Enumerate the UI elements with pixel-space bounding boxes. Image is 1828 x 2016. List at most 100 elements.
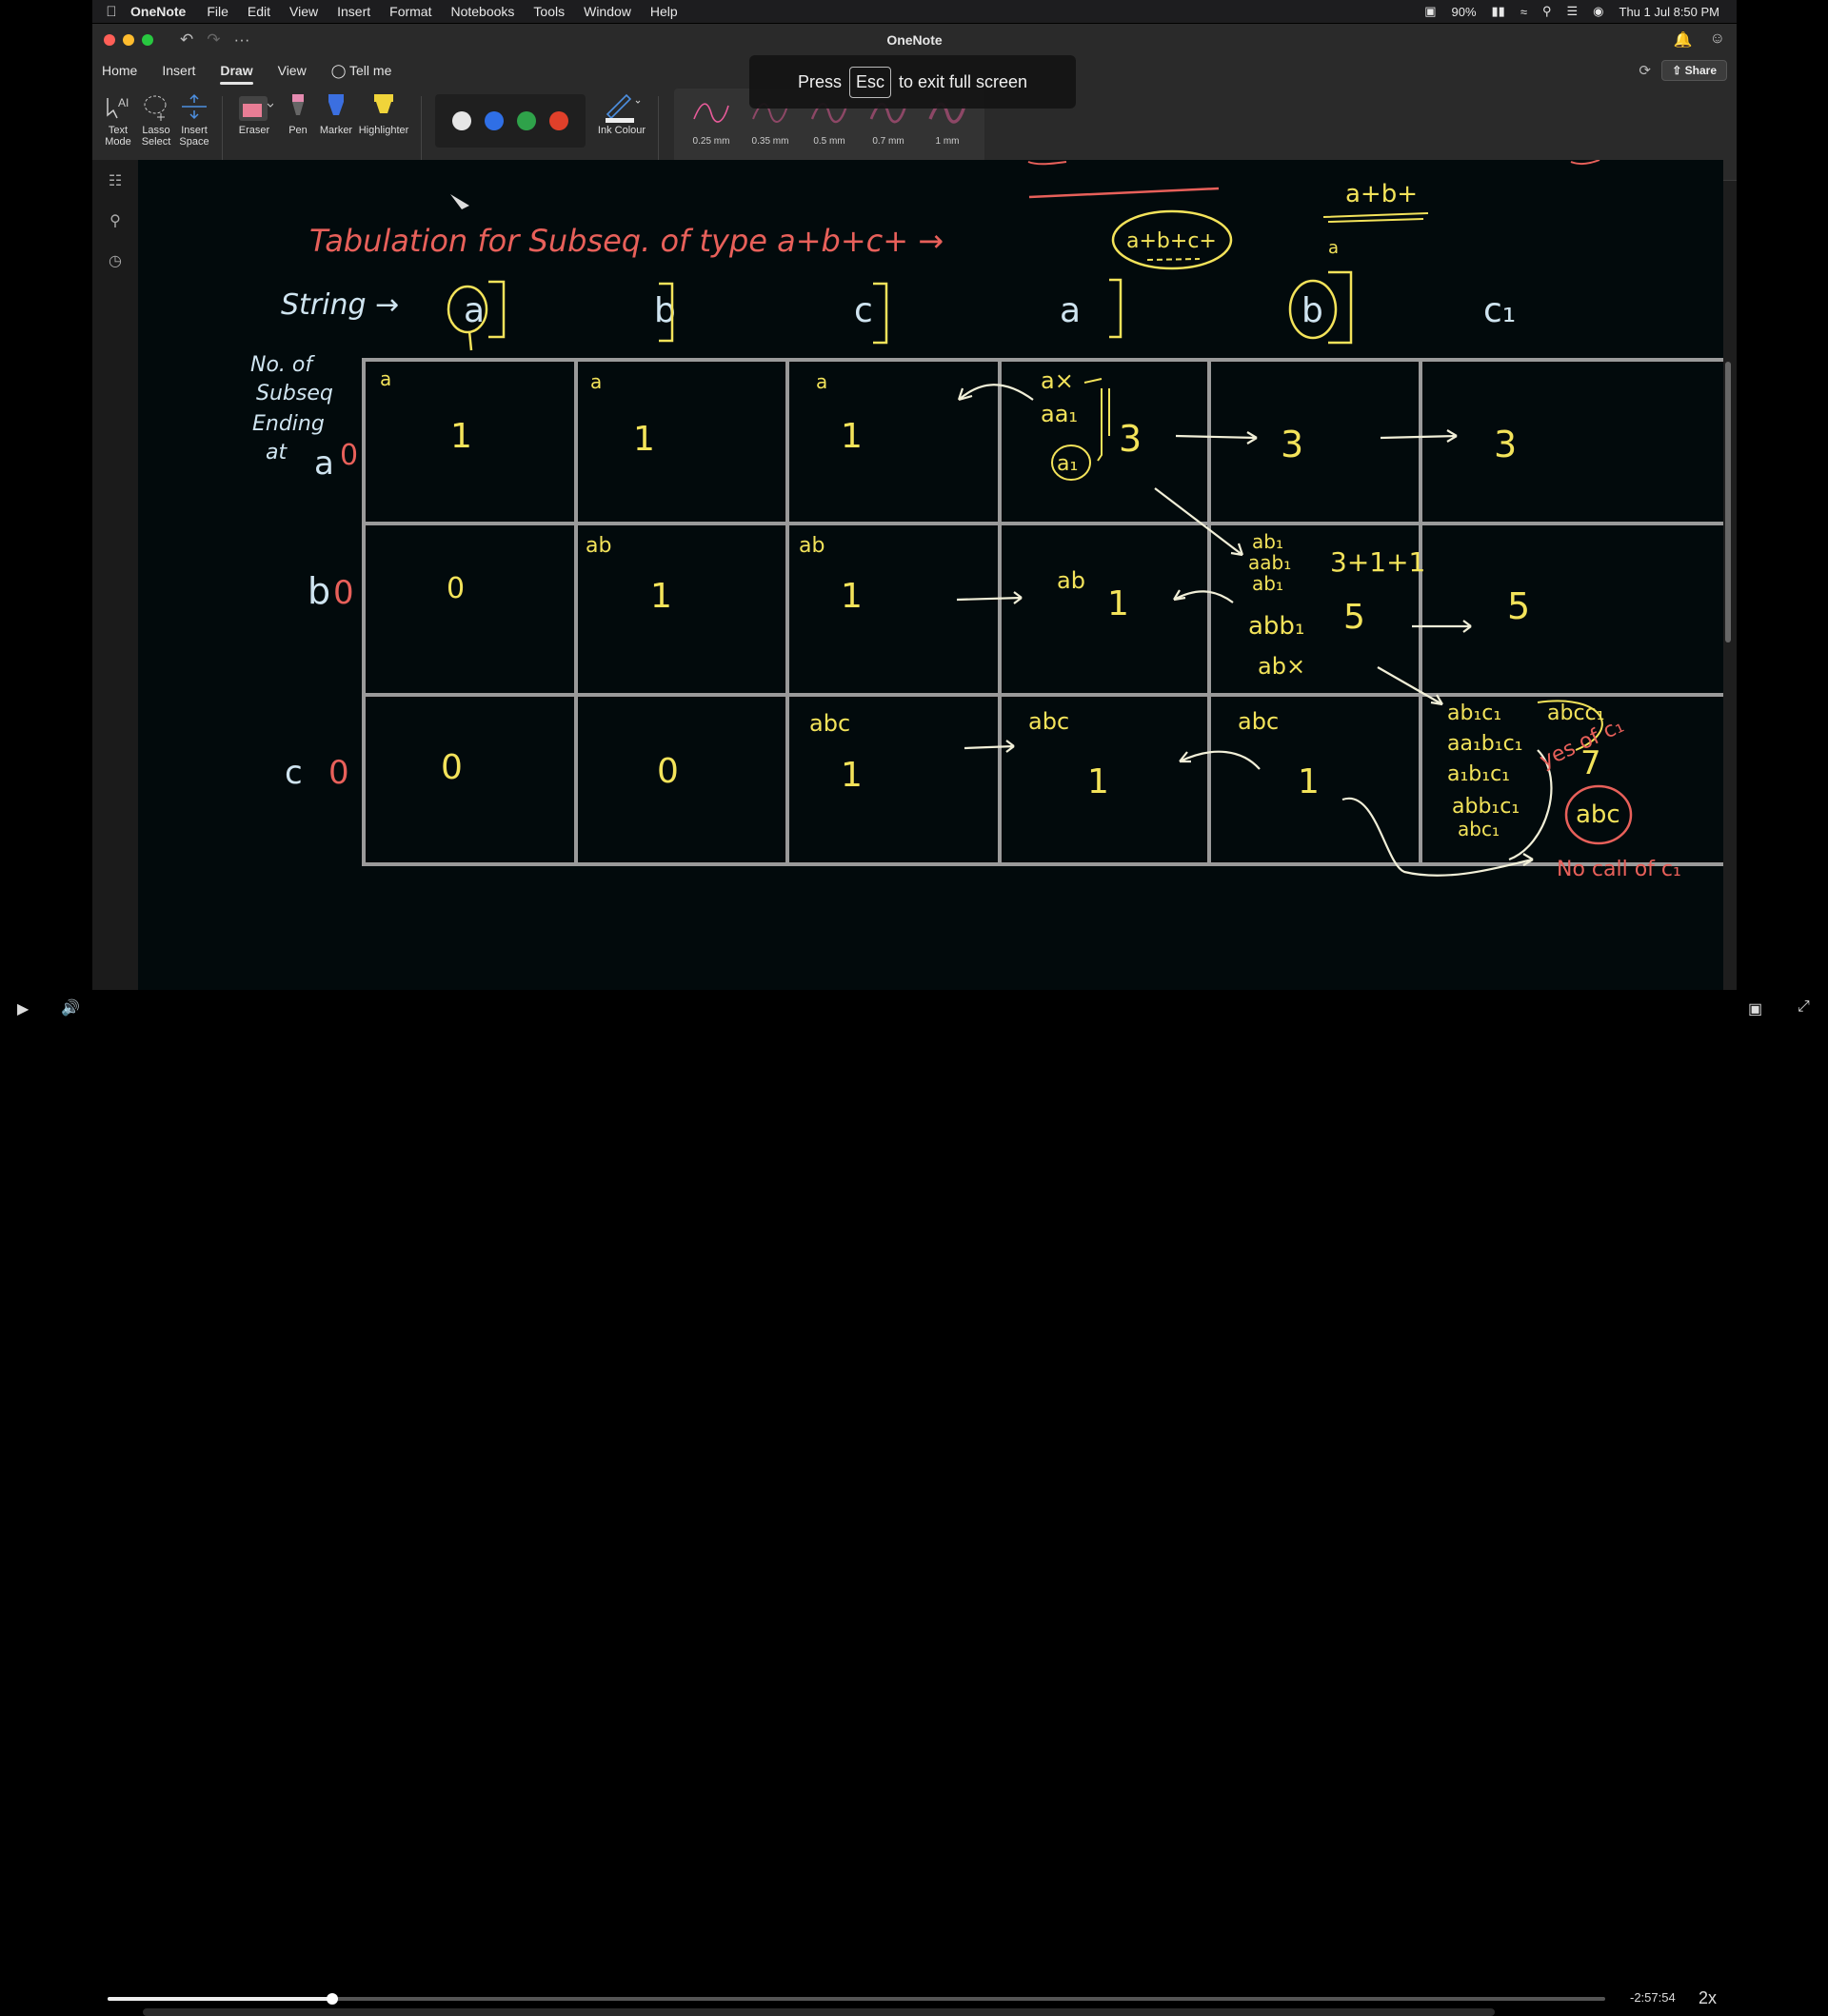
- seek-bar-fill: [108, 1997, 332, 2001]
- window-title: OneNote: [886, 32, 943, 48]
- cell-note-line: a₁: [1057, 452, 1078, 476]
- wifi-icon[interactable]: ≈: [1520, 5, 1527, 19]
- table-row-b: 0 ab 1 ab 1 ab 1 ab₁ aab₁ ab₁ abb₁ ab× 3…: [447, 530, 1530, 680]
- exit-fullscreen-icon[interactable]: ⤢: [1798, 998, 1810, 1016]
- minimize-window-button[interactable]: [123, 34, 134, 46]
- volume-icon[interactable]: 🔊: [61, 998, 80, 1018]
- spotlight-search-icon[interactable]: ⚲: [1542, 4, 1552, 19]
- vertical-scrollbar[interactable]: [1725, 362, 1731, 642]
- lasso-select-icon: [144, 95, 167, 121]
- menu-insert[interactable]: Insert: [337, 4, 370, 19]
- thickness-label: 0.5 mm: [813, 136, 845, 147]
- tick-mark: [467, 330, 473, 351]
- seek-bar-knob[interactable]: [326, 1993, 338, 2005]
- arrow: [1377, 666, 1443, 706]
- app-menu[interactable]: OneNote: [130, 4, 186, 19]
- tab-home[interactable]: Home: [102, 63, 137, 78]
- control-center-icon[interactable]: ☰: [1567, 4, 1579, 19]
- cell-note: abc: [1028, 708, 1069, 735]
- color-swatch-white[interactable]: [452, 111, 471, 130]
- cell-note: a: [816, 370, 827, 393]
- cell-note: abc: [1238, 708, 1279, 735]
- clock[interactable]: Thu 1 Jul 8:50 PM: [1619, 5, 1720, 19]
- notebooks-library-icon[interactable]: ☷: [109, 171, 122, 190]
- partial-ink-stroke: [1027, 161, 1067, 166]
- bracket-mark: [488, 280, 506, 339]
- cell-note-line: aa₁: [1041, 401, 1078, 427]
- lasso-select-label: Lasso Select: [141, 125, 171, 148]
- close-window-button[interactable]: [104, 34, 115, 46]
- cell-value: 3: [1119, 418, 1142, 460]
- cell-note: a: [380, 367, 391, 390]
- menu-format[interactable]: Format: [389, 4, 431, 19]
- highlighter-button[interactable]: Highlighter: [356, 89, 411, 136]
- video-controls: ▶ 🔊 -2:57:54 2x ▣ ⤢: [0, 990, 1828, 2016]
- pen-button[interactable]: Pen: [280, 89, 316, 136]
- eraser-label: Eraser: [238, 125, 270, 136]
- secondary-scrollbar[interactable]: [143, 2008, 1495, 2016]
- menu-help[interactable]: Help: [650, 4, 678, 19]
- share-button[interactable]: ⇧ Share: [1661, 60, 1727, 81]
- cell-value: 5: [1507, 585, 1530, 627]
- ink-colour-button[interactable]: Ink Colour: [595, 89, 648, 136]
- lasso-select-button[interactable]: Lasso Select: [138, 89, 174, 148]
- tell-me-search[interactable]: ◯ Tell me: [331, 63, 392, 79]
- page-canvas[interactable]: a+b+ a Tabulation for Subseq. of type a+…: [138, 160, 1723, 990]
- color-swatch-green[interactable]: [517, 111, 536, 130]
- color-swatch-red[interactable]: [549, 111, 568, 130]
- row-caption-line: Ending: [252, 412, 325, 436]
- arrow: [1175, 431, 1258, 445]
- eraser-button[interactable]: Eraser: [230, 89, 278, 136]
- picture-in-picture-icon[interactable]: ▣: [1748, 999, 1762, 1018]
- row-init-a: 0: [340, 439, 358, 472]
- play-icon[interactable]: ▶: [17, 999, 29, 1018]
- notifications-bell-icon[interactable]: 🔔: [1674, 30, 1693, 49]
- seek-bar[interactable]: [108, 1993, 1605, 2005]
- undo-icon[interactable]: ↶: [180, 30, 193, 49]
- text-mode-button[interactable]: AI Text Mode: [100, 89, 136, 148]
- thickness-option-025[interactable]: 0.25 mm: [682, 89, 741, 163]
- account-icon[interactable]: ▣: [1424, 4, 1436, 19]
- color-swatch-blue[interactable]: [485, 111, 504, 130]
- menu-notebooks[interactable]: Notebooks: [450, 4, 514, 19]
- row-caption-line: at: [266, 441, 288, 464]
- battery-icon[interactable]: ▮▮: [1492, 4, 1505, 19]
- menu-window[interactable]: Window: [584, 4, 631, 19]
- cell-note-line: aa₁b₁c₁: [1447, 732, 1522, 756]
- thickness-label: 1 mm: [935, 136, 960, 147]
- pen-cursor-icon: [450, 194, 469, 209]
- menu-tools[interactable]: Tools: [533, 4, 565, 19]
- cell-value: 1: [1298, 762, 1320, 801]
- playback-speed-button[interactable]: 2x: [1699, 1988, 1717, 2008]
- bracket-mark: [873, 282, 888, 345]
- menu-file[interactable]: File: [207, 4, 228, 19]
- cell-value: 1: [450, 417, 472, 456]
- tab-draw[interactable]: Draw: [220, 63, 253, 85]
- cell-value: 1: [633, 420, 655, 459]
- recent-clock-icon[interactable]: ◷: [109, 251, 122, 270]
- more-options-icon[interactable]: ···: [234, 30, 250, 49]
- apple-menu-icon[interactable]: : [92, 4, 130, 20]
- siri-icon[interactable]: ◉: [1593, 4, 1603, 19]
- menu-view[interactable]: View: [289, 4, 318, 19]
- cell-value: 0: [657, 752, 679, 791]
- menu-edit[interactable]: Edit: [248, 4, 270, 19]
- string-characters: a b c a b c₁: [464, 291, 1516, 330]
- tab-view[interactable]: View: [278, 63, 307, 78]
- cell-note: a: [590, 370, 602, 393]
- insert-space-button[interactable]: Insert Space: [176, 89, 212, 148]
- cell-value: 1: [841, 417, 863, 456]
- sync-icon[interactable]: ⟳: [1639, 62, 1651, 79]
- arrow: [1173, 589, 1234, 603]
- string-char-4: a: [1060, 291, 1081, 330]
- string-char-3: c: [854, 291, 873, 330]
- search-icon[interactable]: ⚲: [109, 211, 121, 230]
- cell-value: 1: [841, 756, 863, 795]
- feedback-smiley-icon[interactable]: ☺: [1710, 30, 1725, 49]
- marker-button[interactable]: Marker: [318, 89, 354, 136]
- fullscreen-window-button[interactable]: [142, 34, 153, 46]
- ribbon-divider: [658, 96, 659, 161]
- tab-insert[interactable]: Insert: [162, 63, 195, 78]
- redo-icon[interactable]: ↷: [207, 30, 220, 49]
- partial-ink-stroke: [1570, 160, 1600, 166]
